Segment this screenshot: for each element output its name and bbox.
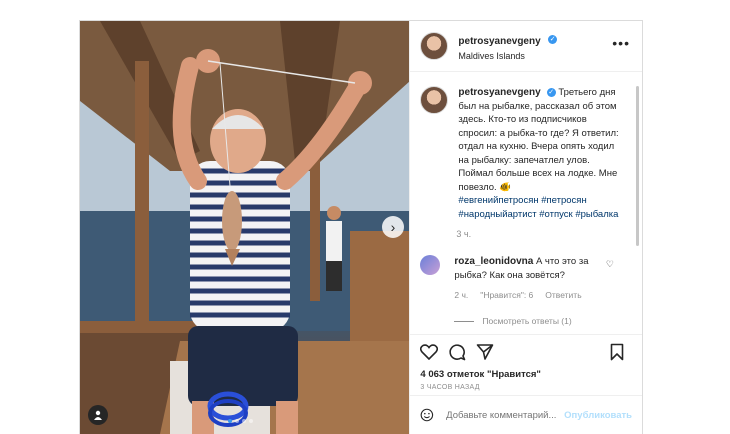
share-button[interactable]	[474, 341, 496, 363]
caption-username[interactable]: petrosyanevgeny	[458, 87, 540, 98]
view-replies-label: Посмотреть ответы (1)	[482, 316, 572, 326]
post-header: petrosyanevgeny ✓ Maldives Islands •••	[410, 21, 642, 72]
comment-item: roza_leonidovna А что это за рыбка? Как …	[420, 255, 632, 282]
carousel-dot	[228, 419, 232, 423]
comment-input[interactable]	[444, 408, 559, 422]
emoji-icon[interactable]	[420, 406, 434, 424]
hashtag-link[interactable]: #отпуск	[539, 209, 572, 220]
add-comment-bar: Опубликовать	[410, 395, 642, 434]
caption-time: 3 ч.	[456, 229, 472, 239]
avatar[interactable]	[420, 255, 441, 275]
comment-button[interactable]	[446, 341, 468, 363]
action-bar	[410, 334, 642, 369]
hashtag-link[interactable]: #евгенийпетросян	[458, 195, 538, 206]
comments-area[interactable]: petrosyanevgeny ✓ Третьего дня был на рыб…	[410, 72, 642, 334]
hashtag-link[interactable]: #рыбалка	[575, 209, 618, 220]
location-link[interactable]: Maldives Islands	[458, 51, 557, 61]
verified-badge-icon: ✓	[546, 87, 556, 97]
heart-icon	[420, 344, 439, 360]
like-button[interactable]	[418, 341, 440, 363]
chevron-right-icon: ›	[390, 219, 396, 235]
post-footer: 4 063 отметок "Нравится" 3 ЧАСОВ НАЗАД О…	[410, 334, 642, 434]
bookmark-icon	[610, 343, 624, 361]
carousel-dot	[235, 419, 239, 423]
replies-divider	[454, 320, 475, 322]
avatar[interactable]	[420, 86, 449, 114]
carousel-indicator	[228, 419, 253, 423]
hashtag-list: #евгенийпетросян #петросян #народныйарти…	[458, 194, 624, 221]
post-photo[interactable]: ›	[80, 21, 410, 434]
hashtag-link[interactable]: #петросян	[541, 195, 586, 206]
comment-icon	[449, 344, 466, 361]
save-button[interactable]	[606, 341, 628, 363]
more-options-icon[interactable]: •••	[612, 35, 630, 51]
reply-button[interactable]: Ответить	[545, 290, 581, 300]
post-sidebar: petrosyanevgeny ✓ Maldives Islands ••• p…	[409, 21, 642, 434]
user-tag-icon	[94, 410, 102, 420]
publish-button[interactable]: Опубликовать	[564, 410, 632, 421]
fishing-photo	[80, 21, 410, 434]
share-icon	[477, 344, 494, 360]
post-timestamp[interactable]: 3 ЧАСОВ НАЗАД	[410, 380, 642, 391]
author-username[interactable]: petrosyanevgeny	[458, 36, 540, 47]
comment-time: 2 ч.	[454, 290, 469, 300]
comments-scrollbar[interactable]	[636, 86, 639, 246]
comment-like-icon[interactable]: ♡	[606, 259, 614, 270]
likes-count[interactable]: 4 063 отметок "Нравится"	[410, 369, 642, 380]
comment-likes[interactable]: "Нравится": 6	[480, 290, 533, 300]
carousel-dot	[249, 419, 253, 423]
view-replies-button[interactable]: Посмотреть ответы (1)	[454, 316, 632, 326]
post-caption: petrosyanevgeny ✓ Третьего дня был на рыб…	[420, 86, 632, 221]
comment-username[interactable]: roza_leonidovna	[454, 256, 533, 267]
post-card: › petrosyanevgeny ✓ Maldives Islands •••…	[79, 20, 643, 434]
comment-meta: 2 ч. "Нравится": 6 Ответить	[454, 290, 632, 300]
caption-text: Третьего дня был на рыбалке, рассказал о…	[458, 87, 619, 193]
verified-badge-icon: ✓	[548, 35, 558, 45]
avatar[interactable]	[420, 32, 449, 60]
hashtag-link[interactable]: #народныйартист	[458, 209, 536, 220]
carousel-dot	[242, 419, 246, 423]
next-photo-button[interactable]: ›	[382, 216, 404, 238]
tagged-users-button[interactable]	[88, 405, 108, 425]
